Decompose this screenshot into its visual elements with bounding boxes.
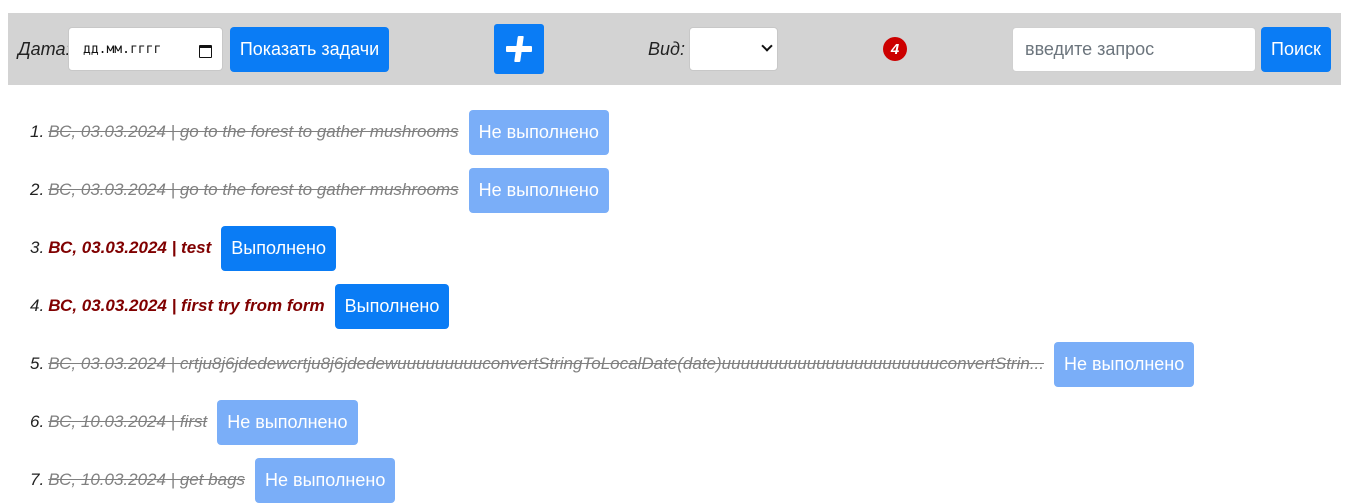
task-status-button[interactable]: Выполнено bbox=[334, 283, 450, 329]
view-label: Вид: bbox=[648, 39, 685, 59]
task-status-button[interactable]: Выполнено bbox=[221, 225, 336, 271]
date-placeholder: дд.мм.гггг bbox=[83, 41, 162, 57]
task-item: 2. ВС, 03.03.2024 | go to the forest to … bbox=[30, 167, 609, 213]
task-text: ВС, 03.03.2024 | go to the forest to gat… bbox=[48, 122, 459, 141]
count-badge: 4 bbox=[883, 37, 907, 61]
search-input[interactable] bbox=[1012, 27, 1256, 72]
task-number: 3. bbox=[30, 238, 45, 257]
task-number: 1. bbox=[30, 122, 45, 141]
task-text: ВС, 03.03.2024 | crtju8j6jdedewcrtju8j6j… bbox=[48, 354, 1044, 373]
task-item: 4. ВС, 03.03.2024 | first try from form … bbox=[30, 283, 450, 329]
task-item: 1. ВС, 03.03.2024 | go to the forest to … bbox=[30, 109, 609, 155]
task-status-button[interactable]: Не выполнено bbox=[468, 109, 609, 155]
task-number: 7. bbox=[30, 470, 45, 489]
search-button[interactable]: Поиск bbox=[1261, 27, 1331, 72]
task-item: 5. ВС, 03.03.2024 | crtju8j6jdedewcrtju8… bbox=[30, 341, 1195, 387]
task-number: 2. bbox=[30, 180, 45, 199]
date-label: Дата: bbox=[18, 39, 71, 59]
plus-icon bbox=[506, 36, 532, 62]
task-text: ВС, 03.03.2024 | first try from form bbox=[48, 296, 325, 315]
task-number: 4. bbox=[30, 296, 45, 315]
date-input[interactable]: дд.мм.гггг bbox=[68, 27, 223, 71]
task-item: 6. ВС, 10.03.2024 | first Не выполнено bbox=[30, 399, 358, 445]
calendar-icon[interactable] bbox=[199, 43, 212, 58]
task-text: ВС, 10.03.2024 | first bbox=[48, 412, 208, 431]
task-status-button[interactable]: Не выполнено bbox=[217, 399, 358, 445]
task-text: ВС, 03.03.2024 | go to the forest to gat… bbox=[48, 180, 459, 199]
task-item: 7. ВС, 10.03.2024 | get bags Не выполнен… bbox=[30, 457, 396, 503]
task-number: 6. bbox=[30, 412, 45, 431]
show-tasks-button[interactable]: Показать задачи bbox=[230, 27, 389, 72]
add-task-button[interactable] bbox=[494, 24, 544, 74]
chevron-down-icon bbox=[761, 40, 773, 52]
task-number: 5. bbox=[30, 354, 45, 373]
task-status-button[interactable]: Не выполнено bbox=[468, 167, 609, 213]
toolbar: Дата: дд.мм.гггг Показать задачи Вид: 4 … bbox=[8, 13, 1341, 85]
view-select[interactable] bbox=[689, 27, 778, 71]
task-item: 3. ВС, 03.03.2024 | test Выполнено bbox=[30, 225, 336, 271]
task-text: ВС, 10.03.2024 | get bags bbox=[48, 470, 246, 489]
task-status-button[interactable]: Не выполнено bbox=[1053, 341, 1195, 387]
task-text: ВС, 03.03.2024 | test bbox=[48, 238, 212, 257]
